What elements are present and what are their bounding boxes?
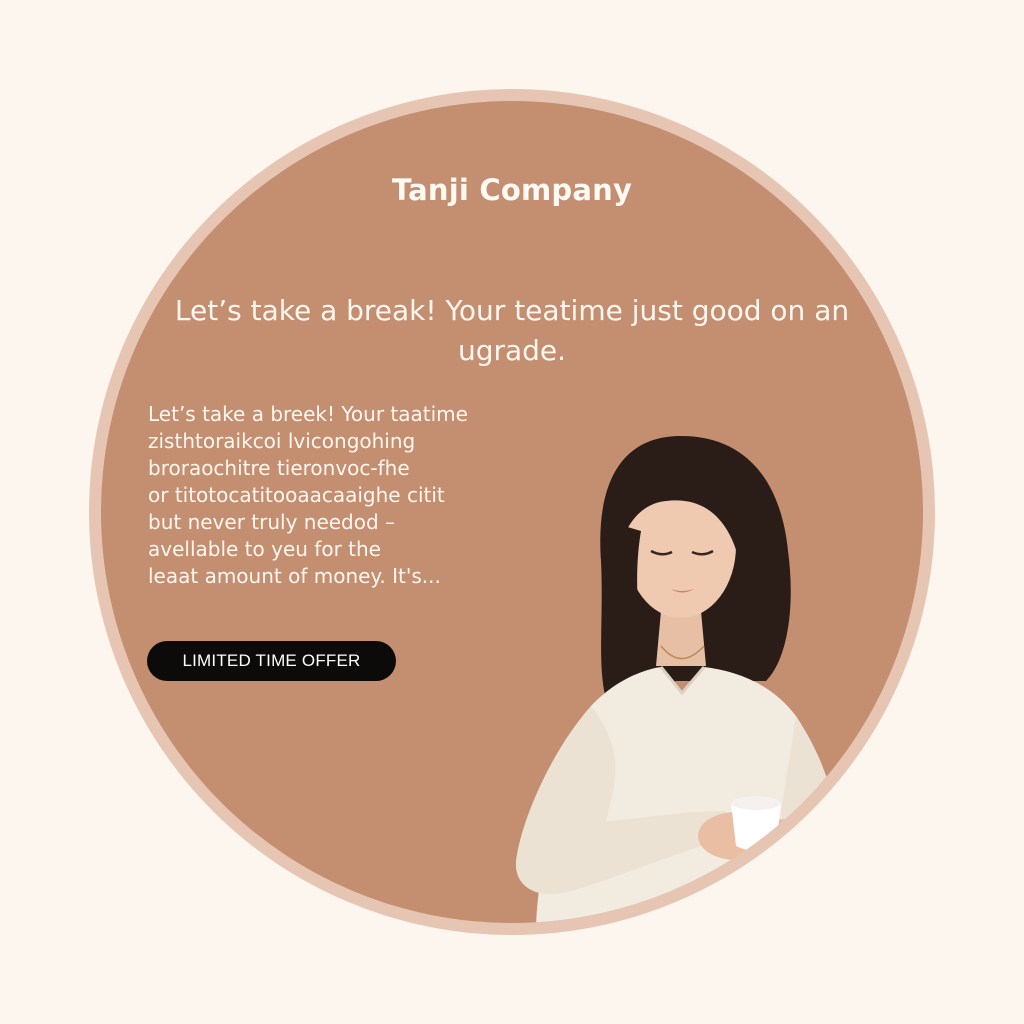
woman-holding-tea-cup-illustration: [515, 436, 837, 923]
promo-headline: Let’s take a break! Your teatime just go…: [174, 294, 850, 367]
promo-body-line: Let’s take a breek! Your taatime: [148, 402, 468, 426]
limited-time-offer-button[interactable]: LIMITED TIME OFFER: [147, 641, 396, 681]
promo-body: Let’s take a breek! Your taatime zisthto…: [148, 401, 528, 590]
promo-body-line: zisthtoraikcoi lvicongohing: [148, 429, 416, 453]
promo-body-line: but never truly needod –: [148, 510, 396, 534]
promo-body-line: or titotocatitooaacaaighe citit: [148, 483, 445, 507]
promo-body-line: leaat amount of money. It's...: [148, 564, 441, 588]
promo-body-line: avellable to yeu for the: [148, 537, 381, 561]
promo-body-line: broraochitre tieronvoc-fhe: [148, 456, 410, 480]
brand-name: Tanji Company: [391, 173, 633, 207]
page-canvas: Tanji Company Let’s take a break! Your t…: [0, 0, 1024, 1024]
promo-circle: Tanji Company Let’s take a break! Your t…: [101, 101, 923, 923]
